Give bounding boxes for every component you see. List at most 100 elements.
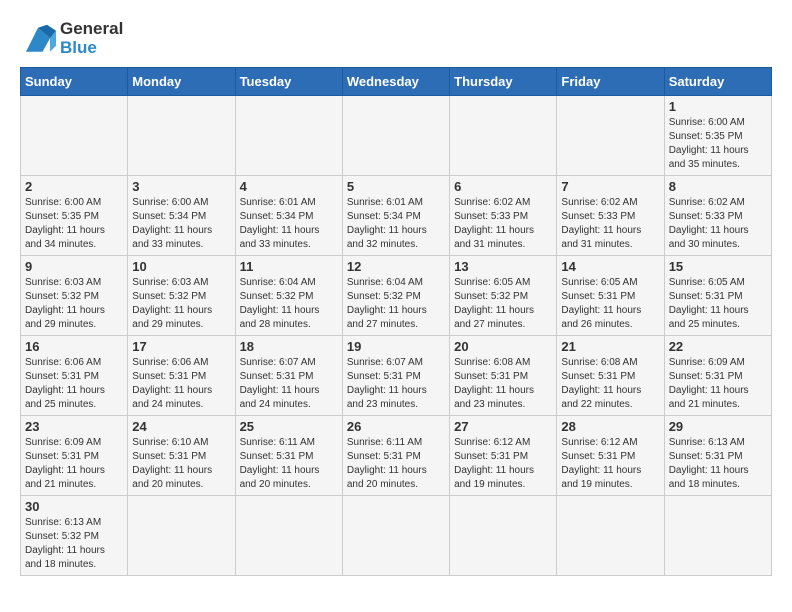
day-info: Sunrise: 6:02 AM Sunset: 5:33 PM Dayligh… [561,196,659,252]
calendar-week-row: 16 Sunrise: 6:06 AM Sunset: 5:31 PM Dayli… [21,336,772,416]
weekday-header-friday: Friday [557,68,664,96]
calendar-day-cell: 28 Sunrise: 6:12 AM Sunset: 5:31 PM Dayli… [557,416,664,496]
calendar-week-row: 1 Sunrise: 6:00 AM Sunset: 5:35 PM Daylig… [21,96,772,176]
day-number: 12 [347,259,445,274]
day-info: Sunrise: 6:01 AM Sunset: 5:34 PM Dayligh… [240,196,338,252]
calendar-day-cell: 5Sunrise: 6:01 AM Sunset: 5:34 PM Daylig… [342,176,449,256]
weekday-header-row: SundayMondayTuesdayWednesdayThursdayFrid… [21,68,772,96]
calendar-day-cell [664,496,771,576]
calendar-day-cell: 10Sunrise: 6:03 AM Sunset: 5:32 PM Dayli… [128,256,235,336]
day-number: 11 [240,259,338,274]
calendar-day-cell [450,496,557,576]
calendar-day-cell [128,496,235,576]
day-number: 24 [132,419,230,434]
day-info: Sunrise: 6:05 AM Sunset: 5:31 PM Dayligh… [561,276,659,332]
day-number: 18 [240,339,338,354]
day-number: 1 [669,99,767,114]
calendar-day-cell [235,96,342,176]
day-info: Sunrise: 6:05 AM Sunset: 5:31 PM Dayligh… [669,276,767,332]
logo: General Blue [20,20,123,57]
calendar-day-cell: 4 Sunrise: 6:01 AM Sunset: 5:34 PM Daylig… [235,176,342,256]
day-number: 17 [132,339,230,354]
calendar-day-cell: 1 Sunrise: 6:00 AM Sunset: 5:35 PM Daylig… [664,96,771,176]
calendar-day-cell [450,96,557,176]
day-number: 16 [25,339,123,354]
day-number: 9 [25,259,123,274]
day-info: Sunrise: 6:09 AM Sunset: 5:31 PM Dayligh… [25,436,123,492]
day-info: Sunrise: 6:12 AM Sunset: 5:31 PM Dayligh… [561,436,659,492]
calendar-day-cell [557,496,664,576]
calendar-week-row: 30 Sunrise: 6:13 AM Sunset: 5:32 PM Dayli… [21,496,772,576]
calendar-day-cell: 2Sunrise: 6:00 AM Sunset: 5:35 PM Daylig… [21,176,128,256]
day-info: Sunrise: 6:04 AM Sunset: 5:32 PM Dayligh… [240,276,338,332]
calendar-day-cell: 21Sunrise: 6:08 AM Sunset: 5:31 PM Dayli… [557,336,664,416]
calendar-body: 1 Sunrise: 6:00 AM Sunset: 5:35 PM Daylig… [21,96,772,576]
day-number: 22 [669,339,767,354]
day-number: 20 [454,339,552,354]
calendar-day-cell [21,96,128,176]
day-info: Sunrise: 6:08 AM Sunset: 5:31 PM Dayligh… [454,356,552,412]
day-info: Sunrise: 6:13 AM Sunset: 5:31 PM Dayligh… [669,436,767,492]
day-number: 15 [669,259,767,274]
calendar-day-cell: 19Sunrise: 6:07 AM Sunset: 5:31 PM Dayli… [342,336,449,416]
day-number: 26 [347,419,445,434]
day-number: 10 [132,259,230,274]
day-number: 14 [561,259,659,274]
calendar-day-cell: 24 Sunrise: 6:10 AM Sunset: 5:31 PM Dayli… [128,416,235,496]
calendar-table: SundayMondayTuesdayWednesdayThursdayFrid… [20,67,772,576]
day-info: Sunrise: 6:11 AM Sunset: 5:31 PM Dayligh… [240,436,338,492]
calendar-day-cell: 9Sunrise: 6:03 AM Sunset: 5:32 PM Daylig… [21,256,128,336]
calendar-header: SundayMondayTuesdayWednesdayThursdayFrid… [21,68,772,96]
calendar-day-cell: 29 Sunrise: 6:13 AM Sunset: 5:31 PM Dayli… [664,416,771,496]
calendar-day-cell: 20 Sunrise: 6:08 AM Sunset: 5:31 PM Dayli… [450,336,557,416]
calendar-day-cell: 11 Sunrise: 6:04 AM Sunset: 5:32 PM Dayli… [235,256,342,336]
calendar-day-cell: 14 Sunrise: 6:05 AM Sunset: 5:31 PM Dayli… [557,256,664,336]
calendar-day-cell: 6 Sunrise: 6:02 AM Sunset: 5:33 PM Daylig… [450,176,557,256]
day-info: Sunrise: 6:10 AM Sunset: 5:31 PM Dayligh… [132,436,230,492]
calendar-day-cell: 25 Sunrise: 6:11 AM Sunset: 5:31 PM Dayli… [235,416,342,496]
calendar-week-row: 2Sunrise: 6:00 AM Sunset: 5:35 PM Daylig… [21,176,772,256]
day-number: 5 [347,179,445,194]
day-info: Sunrise: 6:00 AM Sunset: 5:34 PM Dayligh… [132,196,230,252]
calendar-day-cell [342,496,449,576]
calendar-day-cell: 15 Sunrise: 6:05 AM Sunset: 5:31 PM Dayli… [664,256,771,336]
day-number: 6 [454,179,552,194]
weekday-header-monday: Monday [128,68,235,96]
day-number: 19 [347,339,445,354]
day-info: Sunrise: 6:00 AM Sunset: 5:35 PM Dayligh… [669,116,767,172]
calendar-week-row: 9Sunrise: 6:03 AM Sunset: 5:32 PM Daylig… [21,256,772,336]
day-number: 2 [25,179,123,194]
day-info: Sunrise: 6:11 AM Sunset: 5:31 PM Dayligh… [347,436,445,492]
weekday-header-tuesday: Tuesday [235,68,342,96]
generalblue-logo-icon [20,23,56,55]
day-number: 25 [240,419,338,434]
weekday-header-sunday: Sunday [21,68,128,96]
day-number: 27 [454,419,552,434]
day-number: 30 [25,499,123,514]
day-info: Sunrise: 6:02 AM Sunset: 5:33 PM Dayligh… [454,196,552,252]
day-info: Sunrise: 6:06 AM Sunset: 5:31 PM Dayligh… [25,356,123,412]
calendar-day-cell: 16 Sunrise: 6:06 AM Sunset: 5:31 PM Dayli… [21,336,128,416]
day-info: Sunrise: 6:05 AM Sunset: 5:32 PM Dayligh… [454,276,552,332]
day-number: 4 [240,179,338,194]
day-info: Sunrise: 6:07 AM Sunset: 5:31 PM Dayligh… [240,356,338,412]
day-info: Sunrise: 6:06 AM Sunset: 5:31 PM Dayligh… [132,356,230,412]
calendar-day-cell: 22 Sunrise: 6:09 AM Sunset: 5:31 PM Dayli… [664,336,771,416]
calendar-day-cell [557,96,664,176]
day-info: Sunrise: 6:13 AM Sunset: 5:32 PM Dayligh… [25,516,123,572]
weekday-header-wednesday: Wednesday [342,68,449,96]
day-number: 29 [669,419,767,434]
day-info: Sunrise: 6:09 AM Sunset: 5:31 PM Dayligh… [669,356,767,412]
day-number: 21 [561,339,659,354]
calendar-week-row: 23Sunrise: 6:09 AM Sunset: 5:31 PM Dayli… [21,416,772,496]
calendar-day-cell: 7Sunrise: 6:02 AM Sunset: 5:33 PM Daylig… [557,176,664,256]
calendar-day-cell: 3 Sunrise: 6:00 AM Sunset: 5:34 PM Daylig… [128,176,235,256]
day-number: 28 [561,419,659,434]
calendar-day-cell [342,96,449,176]
day-number: 3 [132,179,230,194]
weekday-header-thursday: Thursday [450,68,557,96]
day-info: Sunrise: 6:02 AM Sunset: 5:33 PM Dayligh… [669,196,767,252]
calendar-day-cell: 23Sunrise: 6:09 AM Sunset: 5:31 PM Dayli… [21,416,128,496]
day-number: 8 [669,179,767,194]
day-number: 13 [454,259,552,274]
